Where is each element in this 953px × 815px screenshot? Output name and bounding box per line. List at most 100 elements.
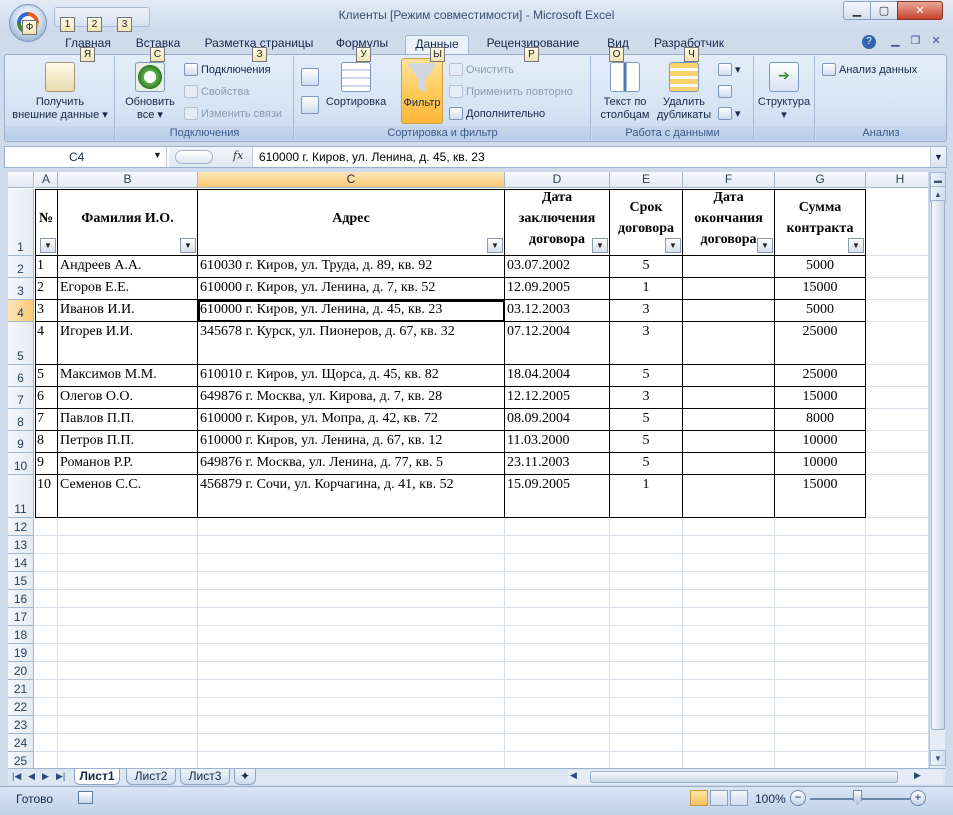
column-header-f[interactable]: F [683, 172, 775, 188]
edit-links-button[interactable]: Изменить связи [184, 106, 282, 123]
empty-cell[interactable] [198, 680, 505, 698]
table-cell-term[interactable]: 5 [610, 431, 683, 453]
empty-cell[interactable] [198, 698, 505, 716]
column-header-h[interactable]: H [866, 172, 928, 188]
empty-cell[interactable] [505, 716, 610, 734]
empty-cell[interactable] [198, 536, 505, 554]
empty-cell[interactable] [610, 590, 683, 608]
table-cell-num[interactable]: 10 [35, 475, 58, 518]
empty-cell[interactable] [505, 752, 610, 768]
empty-cell[interactable] [866, 590, 928, 608]
table-cell-sum[interactable]: 15000 [775, 475, 866, 518]
empty-cell[interactable] [35, 644, 58, 662]
zoom-slider-thumb[interactable] [853, 790, 862, 805]
empty-cell[interactable] [683, 518, 775, 536]
column-header-g[interactable]: G [775, 172, 866, 188]
empty-cell[interactable] [866, 387, 928, 409]
last-sheet-icon[interactable]: ▶| [56, 771, 65, 782]
empty-cell[interactable] [35, 554, 58, 572]
table-cell-name[interactable]: Семенов С.С. [58, 475, 198, 518]
remove-duplicates-button[interactable]: Удалить дубликаты [654, 62, 714, 122]
formula-input[interactable]: 610000 г. Киров, ул. Ленина, д. 45, кв. … [259, 147, 485, 167]
empty-cell[interactable] [198, 662, 505, 680]
table-cell-start[interactable]: 08.09.2004 [505, 409, 610, 431]
table-cell-addr[interactable]: 610030 г. Киров, ул. Труда, д. 89, кв. 9… [198, 256, 505, 278]
filter-dropdown-sum[interactable]: ▼ [848, 238, 864, 253]
row-header-7[interactable]: 7 [8, 387, 34, 409]
table-cell-num[interactable]: 1 [35, 256, 58, 278]
empty-cell[interactable] [775, 752, 866, 768]
table-cell-num[interactable]: 6 [35, 387, 58, 409]
page-break-view-button[interactable] [730, 790, 748, 806]
empty-cell[interactable] [866, 626, 928, 644]
table-cell-addr[interactable]: 610000 г. Киров, ул. Ленина, д. 67, кв. … [198, 431, 505, 453]
empty-cell[interactable] [775, 644, 866, 662]
table-cell-name[interactable]: Иванов И.И. [58, 300, 198, 322]
empty-cell[interactable] [58, 536, 198, 554]
empty-cell[interactable] [58, 716, 198, 734]
table-cell-start[interactable]: 12.12.2005 [505, 387, 610, 409]
table-cell-addr[interactable]: 610000 г. Киров, ул. Мопра, д. 42, кв. 7… [198, 409, 505, 431]
empty-cell[interactable] [866, 518, 928, 536]
table-cell-term[interactable]: 5 [610, 409, 683, 431]
table-cell-start[interactable]: 11.03.2000 [505, 431, 610, 453]
empty-cell[interactable] [35, 734, 58, 752]
empty-cell[interactable] [683, 554, 775, 572]
table-cell-term[interactable]: 3 [610, 300, 683, 322]
scroll-down-icon[interactable]: ▼ [930, 750, 946, 766]
row-header-21[interactable]: 21 [8, 680, 34, 698]
row-header-13[interactable]: 13 [8, 536, 34, 554]
empty-cell[interactable] [58, 626, 198, 644]
ribbon-close-icon[interactable]: ✕ [932, 35, 941, 47]
empty-cell[interactable] [775, 554, 866, 572]
row-header-1[interactable]: 1 [8, 189, 34, 256]
empty-cell[interactable] [866, 431, 928, 453]
table-cell-name[interactable]: Игорев И.И. [58, 322, 198, 365]
empty-cell[interactable] [35, 626, 58, 644]
column-header-c[interactable]: C [198, 172, 505, 188]
empty-cell[interactable] [866, 475, 928, 518]
row-header-18[interactable]: 18 [8, 626, 34, 644]
empty-cell[interactable] [683, 698, 775, 716]
table-cell-num[interactable]: 5 [35, 365, 58, 387]
table-cell-start[interactable]: 15.09.2005 [505, 475, 610, 518]
table-cell-end[interactable] [683, 475, 775, 518]
zoom-level[interactable]: 100% [755, 792, 786, 806]
empty-cell[interactable] [866, 608, 928, 626]
row-header-15[interactable]: 15 [8, 572, 34, 590]
empty-cell[interactable] [683, 536, 775, 554]
empty-cell[interactable] [866, 409, 928, 431]
scroll-left-icon[interactable]: ◀ [570, 770, 577, 781]
empty-cell[interactable] [58, 572, 198, 590]
empty-cell[interactable] [35, 752, 58, 768]
empty-cell[interactable] [610, 644, 683, 662]
filter-dropdown-term[interactable]: ▼ [665, 238, 681, 253]
table-cell-end[interactable] [683, 322, 775, 365]
table-cell-addr[interactable]: 649876 г. Москва, ул. Ленина, д. 77, кв.… [198, 453, 505, 475]
horizontal-scrollbar[interactable]: ◀ ▶ [568, 770, 943, 784]
table-cell-end[interactable] [683, 387, 775, 409]
table-cell-sum[interactable]: 15000 [775, 387, 866, 409]
empty-cell[interactable] [775, 536, 866, 554]
row-header-10[interactable]: 10 [8, 453, 34, 475]
table-cell-num[interactable]: 4 [35, 322, 58, 365]
empty-cell[interactable] [198, 752, 505, 768]
row-header-5[interactable]: 5 [8, 322, 34, 365]
empty-cell[interactable] [505, 572, 610, 590]
empty-cell[interactable] [198, 518, 505, 536]
empty-cell[interactable] [683, 572, 775, 590]
row-header-9[interactable]: 9 [8, 431, 34, 453]
empty-cell[interactable] [505, 608, 610, 626]
table-cell-sum[interactable]: 25000 [775, 322, 866, 365]
close-button[interactable]: ✕ [897, 1, 943, 20]
empty-cell[interactable] [683, 716, 775, 734]
row-header-6[interactable]: 6 [8, 365, 34, 387]
row-header-16[interactable]: 16 [8, 590, 34, 608]
empty-cell[interactable] [505, 644, 610, 662]
empty-cell[interactable] [866, 278, 928, 300]
row-header-22[interactable]: 22 [8, 698, 34, 716]
empty-cell[interactable] [866, 322, 928, 365]
row-header-8[interactable]: 8 [8, 409, 34, 431]
table-cell-end[interactable] [683, 431, 775, 453]
empty-cell[interactable] [866, 734, 928, 752]
